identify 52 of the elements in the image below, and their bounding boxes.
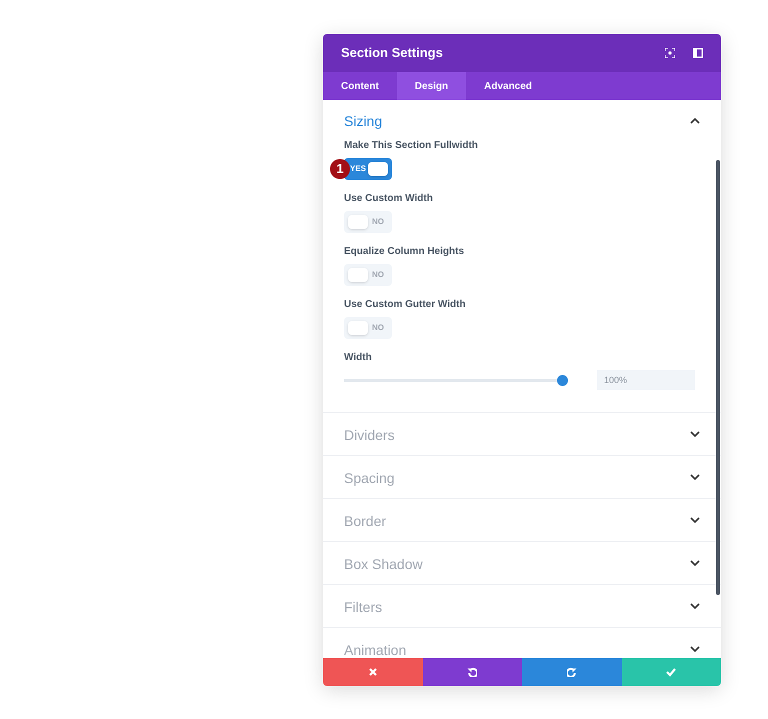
section-title: Filters bbox=[344, 598, 384, 617]
tab[interactable]: Advanced bbox=[466, 72, 550, 100]
section-title: Animation bbox=[344, 641, 408, 658]
tab[interactable]: Design bbox=[396, 72, 466, 100]
section-header[interactable]: Sizing bbox=[323, 100, 721, 142]
chevron-down-icon bbox=[690, 431, 700, 437]
section-title: Spacing bbox=[344, 469, 396, 488]
section-title: Box Shadow bbox=[344, 555, 424, 574]
chevron-down-icon bbox=[690, 560, 700, 566]
section-header[interactable]: Animation bbox=[323, 628, 721, 658]
field-label: Use Custom Gutter Width bbox=[344, 299, 467, 311]
field-label: Width bbox=[344, 352, 373, 364]
toggle-label: NO bbox=[372, 216, 384, 228]
toggle-switch[interactable]: NO bbox=[344, 211, 392, 233]
chevron-down-icon bbox=[690, 646, 700, 652]
cancel-button[interactable] bbox=[323, 658, 422, 686]
redo-icon bbox=[566, 667, 577, 677]
window-title: Section Settings bbox=[341, 44, 444, 62]
close-icon bbox=[368, 667, 378, 677]
section-title: Sizing bbox=[344, 112, 384, 131]
scrollbar[interactable] bbox=[716, 160, 720, 595]
chevron-down-icon bbox=[690, 474, 700, 480]
section-title: Border bbox=[344, 512, 388, 531]
field-label: Equalize Column Heights bbox=[344, 246, 466, 258]
section-header[interactable]: Filters bbox=[323, 585, 721, 627]
section-header[interactable]: Box Shadow bbox=[323, 542, 721, 584]
callout-badge: 1 bbox=[330, 159, 350, 179]
toggle-switch[interactable]: YES bbox=[344, 158, 392, 180]
toggle-label: YES bbox=[350, 163, 366, 175]
toggle-label: NO bbox=[372, 322, 384, 334]
fullscreen-icon[interactable] bbox=[665, 48, 675, 58]
chevron-down-icon bbox=[690, 517, 700, 523]
field-label: Use Custom Width bbox=[344, 193, 434, 205]
slider-thumb[interactable] bbox=[557, 374, 568, 386]
section-header[interactable]: Spacing bbox=[323, 456, 721, 498]
toggle-switch[interactable]: NO bbox=[344, 317, 392, 339]
toggle-switch[interactable]: NO bbox=[344, 264, 392, 286]
section-header[interactable]: Border bbox=[323, 499, 721, 541]
undo-button[interactable] bbox=[422, 658, 522, 686]
sidebar-icon[interactable] bbox=[693, 48, 703, 58]
check-icon bbox=[666, 667, 676, 677]
chevron-down-icon bbox=[690, 603, 700, 609]
tab[interactable]: Content bbox=[323, 72, 397, 100]
input-field[interactable]: 100% bbox=[597, 370, 695, 390]
redo-button[interactable] bbox=[522, 658, 622, 686]
chevron-up-icon bbox=[690, 118, 700, 124]
save-button[interactable] bbox=[622, 658, 721, 686]
section-title: Dividers bbox=[344, 426, 396, 445]
field-label: Make This Section Fullwidth bbox=[344, 140, 479, 152]
toggle-label: NO bbox=[372, 269, 384, 281]
section-header[interactable]: Dividers bbox=[323, 413, 721, 455]
undo-icon bbox=[467, 667, 478, 677]
